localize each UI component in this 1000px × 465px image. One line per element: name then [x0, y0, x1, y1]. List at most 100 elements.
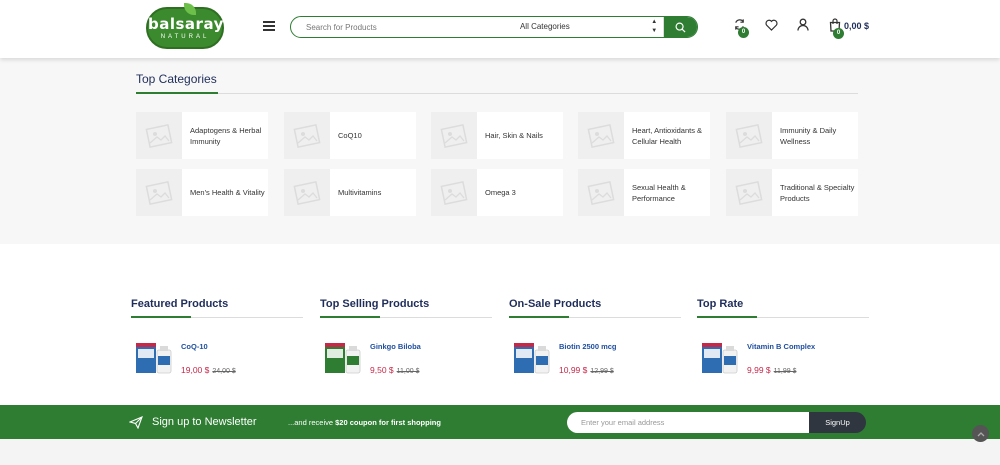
product-list-title: Featured Products [131, 298, 229, 310]
product-name[interactable]: Vitamin B Complex [747, 342, 815, 351]
search-bar: All Categories ▲▼ [290, 16, 698, 38]
product-list-divider [131, 316, 303, 318]
product-list-divider [697, 316, 869, 318]
paper-plane-icon [129, 416, 143, 429]
category-label: Immunity & Daily Wellness [780, 125, 837, 146]
product-price: 9,50 $11,00 $ [370, 365, 419, 375]
section-divider-accent [136, 92, 218, 94]
product-name[interactable]: Biotin 2500 mcg [559, 342, 617, 351]
logo-text: balsarayı [148, 15, 230, 33]
newsletter-text: ...and receive $20 coupon for first shop… [288, 418, 441, 427]
heart-icon [765, 19, 778, 31]
image-placeholder-icon [136, 112, 182, 159]
product-name[interactable]: CoQ-10 [181, 342, 208, 351]
category-select[interactable]: All Categories ▲ ▼ [500, 17, 665, 37]
product-old-price: 12,99 $ [590, 368, 614, 375]
category-label: Heart, Antioxidants & Cellular Health [632, 125, 703, 146]
product-item[interactable]: CoQ-10 19,00 $24,00 $ [131, 340, 303, 380]
image-placeholder-icon [136, 169, 182, 216]
product-image [514, 343, 550, 374]
product-image [702, 343, 738, 374]
user-icon [797, 18, 809, 31]
chevron-up-icon [977, 431, 984, 436]
product-price: 19,00 $24,00 $ [181, 365, 236, 375]
category-select-value: All Categories [519, 22, 570, 31]
footer-strip [0, 439, 1000, 465]
newsletter-coupon-text: $20 coupon for first shopping [335, 418, 441, 427]
menu-icon[interactable] [263, 21, 275, 31]
product-old-price: 11,99 $ [773, 368, 797, 375]
product-old-price: 24,00 $ [212, 368, 236, 375]
category-card[interactable]: Multivitamins [284, 169, 416, 216]
product-list-column: Top Selling Products Ginkgo Biloba 9,50 $1… [320, 298, 492, 380]
category-card[interactable]: Sexual Health & Performance [578, 169, 710, 216]
section-divider [136, 93, 858, 94]
product-sale-price: 9,50 $ [370, 365, 394, 375]
cart-count-badge: 0 [833, 28, 844, 39]
product-list-column: Top Rate Vitamin B Complex 9,99 $11,99 $ [697, 298, 869, 380]
image-placeholder-icon [578, 112, 624, 159]
category-card[interactable]: Omega 3 [431, 169, 563, 216]
leaf-icon [184, 3, 196, 15]
search-icon [675, 22, 686, 33]
category-label: Adaptogens & Herbal Immunity [190, 125, 262, 146]
product-item[interactable]: Biotin 2500 mcg 10,99 $12,99 $ [509, 340, 681, 380]
site-header: balsarayı NATURAL All Categories ▲▼ 0 [0, 0, 1000, 58]
product-list-title: Top Rate [697, 298, 744, 310]
product-sale-price: 10,99 $ [559, 365, 588, 375]
category-card[interactable]: Immunity & Daily Wellness [726, 112, 858, 159]
product-list-title: Top Selling Products [320, 298, 430, 310]
top-categories-section: Top Categories Adaptogens & Herbal Immun… [0, 58, 1000, 244]
search-button[interactable] [664, 17, 697, 37]
product-old-price: 11,00 $ [396, 368, 420, 375]
image-placeholder-icon [431, 169, 477, 216]
account-button[interactable] [797, 18, 811, 32]
category-card[interactable]: Men's Health & Vitality [136, 169, 268, 216]
product-image [136, 343, 172, 374]
category-label: Traditional & Specialty Products [780, 182, 855, 203]
category-card[interactable]: Hair, Skin & Nails [431, 112, 563, 159]
product-sale-price: 9,99 $ [747, 365, 771, 375]
product-list-divider [320, 316, 492, 318]
image-placeholder-icon [284, 112, 330, 159]
category-label: Omega 3 [485, 188, 516, 197]
cart-button[interactable]: 0 [829, 18, 844, 39]
category-label: Sexual Health & Performance [632, 182, 686, 203]
product-name[interactable]: Ginkgo Biloba [370, 342, 421, 351]
newsletter-email-input[interactable] [567, 412, 811, 433]
newsletter-title: Sign up to Newsletter [152, 416, 257, 428]
site-logo[interactable]: balsarayı NATURAL [146, 3, 230, 49]
category-label: Men's Health & Vitality [190, 188, 265, 197]
wishlist-button[interactable] [765, 18, 779, 32]
select-arrows-icon: ▲ ▼ [651, 19, 658, 34]
product-list-column: Featured Products CoQ-10 19,00 $24,00 $ [131, 298, 303, 380]
logo-subtext: NATURAL [160, 34, 210, 40]
category-card[interactable]: Heart, Antioxidants & Cellular Health [578, 112, 710, 159]
product-item[interactable]: Vitamin B Complex 9,99 $11,99 $ [697, 340, 869, 380]
category-label: CoQ10 [338, 131, 362, 140]
newsletter-bar: Sign up to Newsletter ...and receive $20… [0, 405, 1000, 439]
category-card[interactable]: Traditional & Specialty Products [726, 169, 858, 216]
product-image [325, 343, 361, 374]
category-card[interactable]: Adaptogens & Herbal Immunity [136, 112, 268, 159]
search-input[interactable] [291, 17, 500, 37]
product-list-divider [509, 316, 681, 318]
scroll-to-top-button[interactable] [972, 425, 989, 442]
product-item[interactable]: Ginkgo Biloba 9,50 $11,00 $ [320, 340, 492, 380]
product-price: 9,99 $11,99 $ [747, 365, 796, 375]
image-placeholder-icon [578, 169, 624, 216]
compare-button[interactable]: 0 [733, 18, 749, 38]
newsletter-text-prefix: ...and receive [288, 418, 336, 427]
section-title: Top Categories [136, 72, 217, 86]
image-placeholder-icon [726, 112, 772, 159]
signup-button[interactable]: SignUp [809, 412, 866, 433]
image-placeholder-icon [726, 169, 772, 216]
product-list-title: On-Sale Products [509, 298, 602, 310]
product-price: 10,99 $12,99 $ [559, 365, 614, 375]
compare-count-badge: 0 [738, 27, 749, 38]
cart-total[interactable]: 0,00 $ [844, 21, 869, 31]
category-label: Multivitamins [338, 188, 382, 197]
category-card[interactable]: CoQ10 [284, 112, 416, 159]
image-placeholder-icon [284, 169, 330, 216]
category-label: Hair, Skin & Nails [485, 131, 543, 140]
